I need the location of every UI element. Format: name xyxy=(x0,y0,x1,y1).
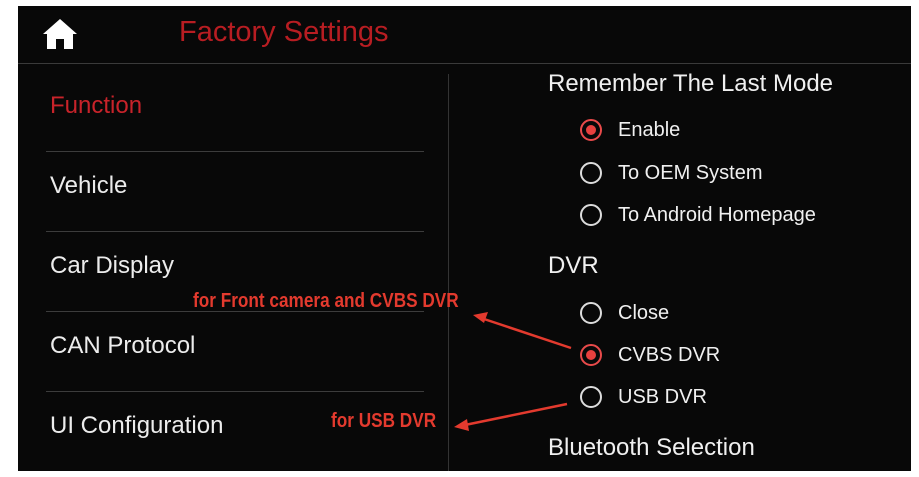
arrow-usb-dvr-line xyxy=(459,402,568,428)
arrow-front-camera-head xyxy=(473,312,488,323)
home-icon xyxy=(43,19,77,49)
sidebar-item-function[interactable]: Function xyxy=(18,70,438,150)
radio-checked-icon xyxy=(580,344,602,366)
radio-unchecked-icon xyxy=(580,386,602,408)
remember-last-mode-title: Remember The Last Mode xyxy=(548,70,834,97)
arrow-front-camera-line xyxy=(477,315,572,350)
radio-checked-icon xyxy=(580,119,602,141)
home-button[interactable] xyxy=(40,16,80,52)
sidebar-item-vehicle[interactable]: Vehicle xyxy=(18,150,438,230)
radio-unchecked-icon xyxy=(580,302,602,324)
sidebar-item-label: Function xyxy=(50,92,143,119)
panel-divider xyxy=(448,74,449,471)
option-to-oem-system[interactable]: To OEM System xyxy=(580,159,762,187)
dvr-title: DVR xyxy=(548,252,599,279)
sidebar-item-label: UI Configuration xyxy=(50,412,224,439)
radio-unchecked-icon xyxy=(580,204,602,226)
option-enable[interactable]: Enable xyxy=(580,116,680,144)
arrow-usb-dvr-head xyxy=(454,419,469,431)
sidebar-item-label: Vehicle xyxy=(50,172,128,199)
option-to-android-homepage[interactable]: To Android Homepage xyxy=(580,201,816,229)
option-usb-dvr[interactable]: USB DVR xyxy=(580,383,707,411)
header-divider xyxy=(18,63,911,64)
factory-settings-screen: Factory Settings Function Vehicle Car Di… xyxy=(18,6,911,471)
page-title: Factory Settings xyxy=(179,16,389,48)
sidebar-item-can-protocol[interactable]: CAN Protocol xyxy=(18,310,438,390)
sidebar-item-label: Car Display xyxy=(50,252,175,279)
radio-unchecked-icon xyxy=(580,162,602,184)
annotation-front-camera: for Front camera and CVBS DVR xyxy=(193,290,459,312)
option-cvbs-dvr[interactable]: CVBS DVR xyxy=(580,341,720,369)
sidebar-item-label: CAN Protocol xyxy=(50,332,196,359)
option-close[interactable]: Close xyxy=(580,299,669,327)
annotation-usb-dvr: for USB DVR xyxy=(331,410,437,432)
bluetooth-selection-title[interactable]: Bluetooth Selection xyxy=(548,434,755,462)
